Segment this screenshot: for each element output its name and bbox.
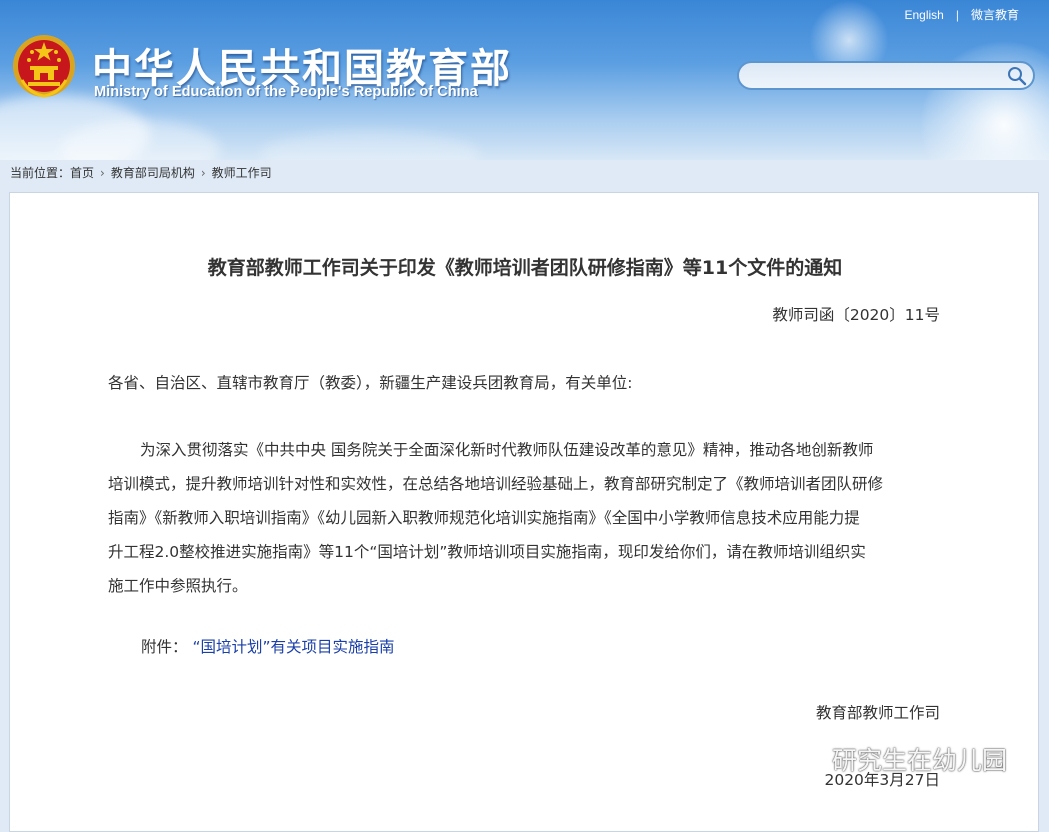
document-body: 为深入贯彻落实《中共中央 国务院关于全面深化新时代教师队伍建设改革的意见》精神，…: [108, 433, 944, 603]
attachment-link[interactable]: “国培计划”有关项目实施指南: [192, 638, 394, 656]
search-input[interactable]: [749, 66, 1003, 87]
link-divider: |: [955, 7, 959, 22]
search-icon[interactable]: [1007, 66, 1027, 86]
chevron-right-icon: ›: [100, 165, 105, 180]
body-line: 施工作中参照执行。: [108, 577, 248, 595]
body-line: 指南》《新教师入职培训指南》《幼儿园新入职教师规范化培训实施指南》《全国中小学教…: [108, 509, 860, 527]
weibo-link[interactable]: 微言教育: [971, 6, 1019, 23]
breadcrumb-home[interactable]: 首页: [70, 164, 94, 181]
document-salutation: 各省、自治区、直辖市教育厅（教委），新疆生产建设兵团教育局，有关单位:: [108, 374, 633, 392]
top-links: English | 微言教育: [905, 6, 1020, 23]
breadcrumb-bureaus[interactable]: 教育部司局机构: [111, 164, 195, 181]
chevron-right-icon: ›: [200, 165, 206, 180]
body-line: 为深入贯彻落实《中共中央 国务院关于全面深化新时代教师队伍建设改革的意见》精神，…: [140, 441, 874, 459]
dandelion-decoration: [919, 40, 1049, 160]
cloud-decoration: [260, 130, 480, 160]
watermark-text: 研究生在幼儿园: [832, 746, 1008, 775]
body-line: 升工程2.0整校推进实施指南》等11个“国培计划”教师培训项目实施指南，现印发给…: [108, 543, 866, 561]
english-link[interactable]: English: [905, 8, 944, 22]
document-signer: 教育部教师工作司: [815, 704, 940, 722]
attachment-row: 附件： “国培计划”有关项目实施指南: [141, 635, 395, 657]
site-subtitle: Ministry of Education of the People's Re…: [94, 84, 478, 100]
body-line: 培训模式，提升教师培训针对性和实效性，在总结各地培训经验基础上，教育部研究制定了…: [108, 475, 884, 493]
site-header: 中华人民共和国教育部 Ministry of Education of the …: [0, 0, 1049, 160]
breadcrumb-prefix: 当前位置：: [10, 166, 71, 180]
wechat-icon: [780, 745, 822, 773]
attachment-label: 附件：: [141, 638, 188, 656]
national-emblem-icon: [13, 35, 75, 98]
breadcrumb: 当前位置： 首页 › 教育部司局机构 › 教师工作司: [10, 164, 272, 181]
breadcrumb-teacher-dept[interactable]: 教师工作司: [212, 164, 272, 181]
document-title: 教育部教师工作司关于印发《教师培训者团队研修指南》等11个文件的通知: [207, 257, 843, 279]
wechat-watermark: 研究生在幼儿园: [778, 741, 1007, 777]
search-box: [737, 61, 1035, 90]
article-panel: 教育部教师工作司关于印发《教师培训者团队研修指南》等11个文件的通知 教师司函〔…: [9, 192, 1039, 832]
document-number: 教师司函〔2020〕11号: [772, 306, 940, 324]
